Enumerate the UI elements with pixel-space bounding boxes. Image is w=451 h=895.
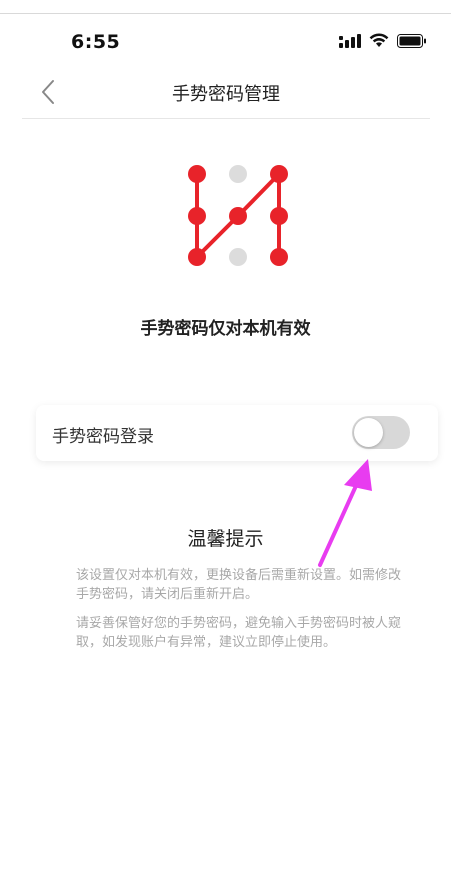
screen: 6:55 手势密码管理 手势密码仅对本机有效 手势密码登录 温馨提示 该设置仅对…	[0, 0, 451, 895]
page-title: 手势密码管理	[172, 84, 280, 105]
nav-bar: 手势密码管理	[22, 66, 430, 119]
gesture-login-setting: 手势密码登录	[36, 405, 438, 461]
gesture-pattern-icon	[188, 165, 288, 266]
toggle-knob	[354, 418, 383, 447]
tip-text: 该设置仅对本机有效，更换设备后需重新设置。如需修改手势密码，请关闭后重新开启。	[76, 568, 402, 602]
gesture-login-label: 手势密码登录	[52, 427, 154, 447]
gesture-login-toggle[interactable]	[352, 416, 410, 449]
tips-title: 温馨提示	[187, 528, 264, 550]
battery-icon	[397, 33, 426, 48]
status-time: 6:55	[71, 31, 121, 53]
status-icons	[339, 33, 427, 48]
tip-text: 请妥善保管好您的手势密码，避免输入手势密码时被人窥取，如发现账户有异常，建议立即…	[76, 616, 402, 650]
status-bar: 6:55	[0, 28, 451, 60]
pattern-subtitle: 手势密码仅对本机有效	[140, 319, 311, 339]
top-divider	[0, 13, 451, 14]
wifi-icon	[369, 33, 389, 47]
annotation-arrow-icon	[318, 459, 372, 567]
cellular-signal-icon	[339, 33, 361, 48]
